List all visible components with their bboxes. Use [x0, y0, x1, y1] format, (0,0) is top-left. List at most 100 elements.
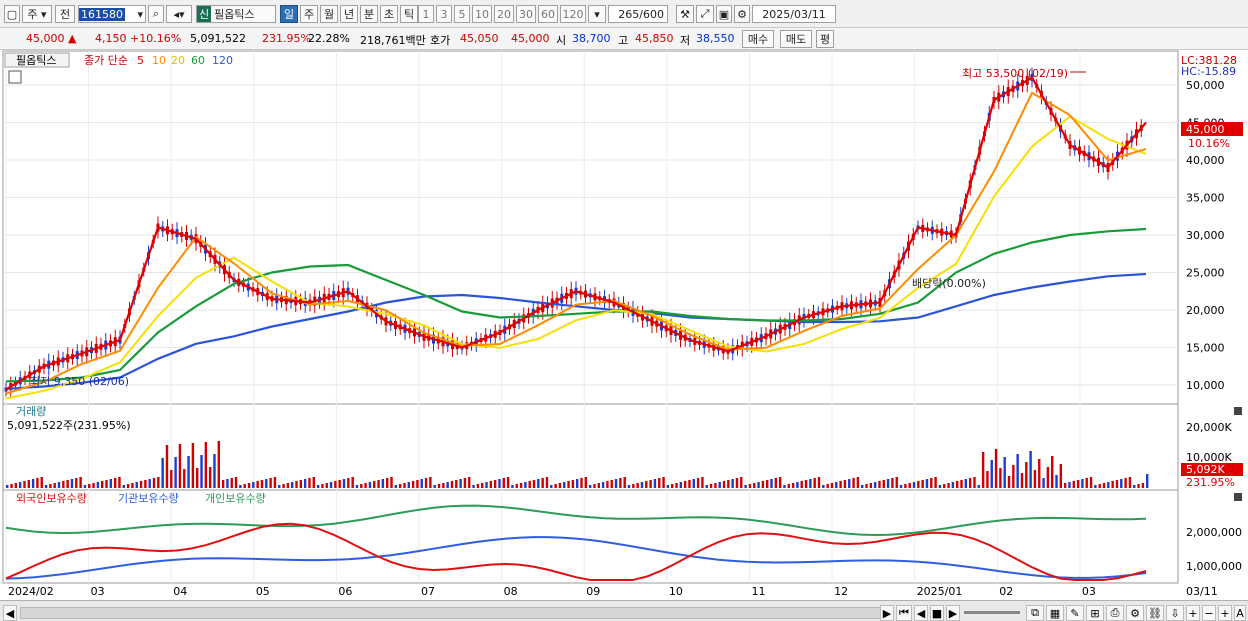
zoom-slider[interactable] — [964, 611, 1020, 614]
volume-bar — [463, 478, 467, 488]
volume-bar — [161, 458, 164, 488]
export-icon[interactable]: ⇩ — [1166, 605, 1184, 621]
layout-icon[interactable]: ▦ — [1046, 605, 1064, 621]
tools-icon[interactable]: ✎ — [1066, 605, 1084, 621]
period-year[interactable]: 년 — [340, 5, 358, 23]
draw-tool-icon[interactable]: ⤢ — [696, 5, 714, 23]
sound-icon[interactable]: ◂▾ — [166, 5, 192, 23]
next-page-icon[interactable]: ▶ — [946, 605, 960, 621]
avg-button[interactable]: 평 — [816, 30, 834, 48]
trade-amount: 218,761백만 — [360, 34, 426, 47]
ma60-legend: 60 — [191, 54, 205, 67]
chart-tool-icon[interactable]: ⚒ — [676, 5, 694, 23]
volume-bar — [930, 478, 933, 488]
save-icon[interactable]: ▣ — [716, 5, 732, 23]
interval-60[interactable]: 60 — [538, 5, 558, 23]
calendar-icon[interactable] — [8, 70, 22, 84]
volume-bar — [476, 484, 480, 488]
volume-bar — [878, 481, 881, 488]
volume-bar — [295, 481, 298, 488]
stop-icon[interactable]: ■ — [930, 605, 944, 621]
prev-button[interactable]: 전 — [55, 5, 75, 23]
period-day[interactable]: 일 — [280, 5, 298, 23]
interval-30[interactable]: 30 — [516, 5, 536, 23]
prev-page-icon[interactable]: ◀ — [914, 605, 928, 621]
volume-bar — [1102, 483, 1106, 488]
volume-bar — [381, 479, 385, 488]
holding-y-2m: 2,000,000 — [1186, 526, 1242, 539]
x-axis-label: 07 — [421, 585, 435, 598]
gear-icon[interactable]: ⚙ — [734, 5, 750, 23]
period-minute[interactable]: 분 — [360, 5, 378, 23]
volume-bar — [804, 480, 808, 488]
volume-bar — [852, 478, 855, 488]
search-icon[interactable]: ⌕ — [148, 5, 164, 23]
volume-bar — [886, 479, 890, 488]
scroll-right-icon[interactable]: ▶ — [880, 605, 894, 621]
horizontal-scrollbar[interactable] — [20, 607, 882, 619]
compare-icon[interactable]: ⧉ — [1026, 605, 1044, 621]
interval-120[interactable]: 120 — [560, 5, 586, 23]
volume-bar — [528, 481, 531, 488]
holding-panel-close-icon[interactable] — [1234, 493, 1242, 501]
volume-bar — [36, 478, 39, 488]
period-month[interactable]: 월 — [320, 5, 338, 23]
scroll-left-icon[interactable]: ◀ — [3, 605, 17, 621]
add-icon[interactable]: + — [1218, 605, 1232, 621]
interval-3[interactable]: 3 — [436, 5, 452, 23]
buy-button[interactable]: 매수 — [742, 30, 774, 48]
turnover-rate: 22.28% — [308, 32, 350, 45]
dividend-annotation: 배당락(0.00%) — [912, 277, 986, 290]
volume-bar — [606, 481, 609, 488]
volume-bar — [312, 477, 315, 488]
interval-20[interactable]: 20 — [494, 5, 514, 23]
x-axis-label: 2025/01 — [917, 585, 963, 598]
count-field[interactable]: 265/600 — [608, 5, 668, 23]
period-tick[interactable]: 틱 — [400, 5, 418, 23]
text-icon[interactable]: A — [1234, 605, 1246, 621]
volume-bar — [1033, 470, 1037, 488]
volume-bar — [1124, 478, 1127, 488]
ask-value: 45,000 — [511, 32, 550, 45]
volume-bar — [200, 455, 203, 488]
zoom-in-icon[interactable]: + — [1186, 605, 1200, 621]
code-input[interactable]: 161580 ▾ — [78, 5, 146, 23]
volume-bar — [135, 482, 138, 488]
date-field[interactable]: 2025/03/11 — [752, 5, 836, 23]
link-icon[interactable]: ⛓ — [1146, 605, 1164, 621]
volume-bar — [960, 480, 963, 488]
volume-bar — [373, 481, 376, 488]
volume-bar — [1029, 451, 1032, 488]
volume-bar — [62, 481, 65, 488]
volume-bar — [316, 485, 320, 488]
period-week[interactable]: 주 — [300, 5, 318, 23]
interval-5[interactable]: 5 — [454, 5, 470, 23]
interval-10[interactable]: 10 — [472, 5, 492, 23]
volume-bar — [1059, 464, 1063, 488]
period-second[interactable]: 초 — [380, 5, 398, 23]
zoom-out-icon[interactable]: − — [1202, 605, 1216, 621]
volume-bar — [468, 477, 471, 488]
print-icon[interactable]: ⎙ — [1106, 605, 1124, 621]
interval-1[interactable]: 1 — [418, 5, 434, 23]
volume-bar — [14, 483, 18, 488]
volume-bar — [420, 479, 423, 488]
market-select[interactable]: 주 ▾ — [22, 5, 52, 23]
window-icon[interactable]: ▢ — [4, 5, 20, 23]
interval-dropdown-icon[interactable]: ▾ — [588, 5, 606, 23]
company-field[interactable]: 신 필옵틱스 — [196, 5, 276, 23]
chart-area[interactable]: 필옵틱스 종가 단순 5 10 20 60 120 LC:381.28 HC:-… — [0, 50, 1248, 600]
grid-icon[interactable]: ⊞ — [1086, 605, 1104, 621]
holding-panel[interactable] — [2, 489, 1179, 584]
volume-bar — [1111, 481, 1114, 488]
volume-bar — [498, 479, 501, 488]
volume-panel-close-icon[interactable] — [1234, 407, 1242, 415]
sell-button[interactable]: 매도 — [780, 30, 812, 48]
volume-bar — [835, 482, 838, 488]
settings-icon[interactable]: ⚙ — [1126, 605, 1144, 621]
volume-bar — [783, 485, 786, 488]
first-page-icon[interactable]: ⏮ — [896, 605, 912, 621]
volume-bar — [386, 478, 389, 488]
volume-bar — [511, 485, 514, 488]
volume-tag-label: 5,092K — [1186, 463, 1225, 476]
